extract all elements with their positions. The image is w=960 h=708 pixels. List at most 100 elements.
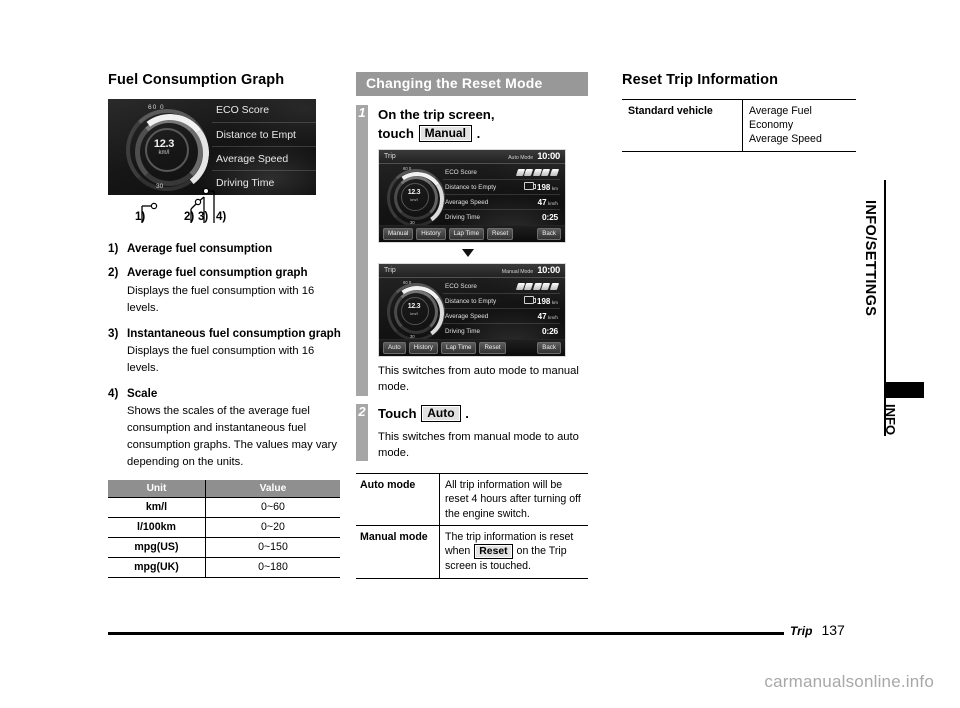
trip-gauge-unit: km/l <box>410 311 418 317</box>
callout-group: 1) 2) 3) 4) <box>108 187 316 229</box>
list-item: 3) Instantaneous fuel consumption graph … <box>108 326 344 377</box>
step-1-result-text: This switches from auto mode to manual m… <box>378 365 579 394</box>
middle-column: Changing the Reset Mode 1 On the trip sc… <box>356 72 588 579</box>
trip-fuel-gauge-graphic: 12.3 km/l 60 0 30 <box>385 280 449 345</box>
side-tab-label: INFO/SETTINGS <box>862 200 878 317</box>
trip-gauge-unit: km/l <box>410 197 418 203</box>
menu-row-eco-score: ECO Score <box>212 99 316 123</box>
step-bar <box>356 104 368 396</box>
trip-screen-title: Trip <box>384 267 396 275</box>
trip-button-lap-time[interactable]: Lap Time <box>448 227 485 241</box>
trip-scale-top-label: 60 0 <box>403 280 412 286</box>
menu-row-distance-to-empty: Distance to Empt <box>212 123 316 148</box>
trip-row-value: 47 <box>537 197 547 207</box>
table-row: mpg(US) 0~150 <box>108 536 340 558</box>
trip-fuel-gauge-graphic: 12.3 km/l 60 0 30 <box>385 166 449 231</box>
trip-row-value: 198 <box>537 297 551 307</box>
page-title-fuel-consumption-graph: Fuel Consumption Graph <box>108 72 285 88</box>
trip-screen-body: 12.3 km/l 60 0 30 ECO Score Distance to … <box>379 163 565 231</box>
watermark: carmanualsonline.info <box>764 672 934 691</box>
trip-row-unit: km <box>551 186 558 192</box>
trip-row-distance-to-empty: Distance to Empty 198 km <box>443 294 560 310</box>
callout-number-4: 4) <box>216 210 227 223</box>
list-item-marker: 2) <box>108 266 119 280</box>
trip-row-value: 0:25 <box>542 212 558 223</box>
trip-screen-manual-mode: Trip Manual Mode 10:00 12.3 km/l 60 0 30… <box>378 263 566 358</box>
trip-row-label: Driving Time <box>445 327 480 335</box>
trip-button-reset[interactable]: Reset <box>479 341 506 355</box>
auto-button-keycap[interactable]: Auto <box>421 404 461 422</box>
eco-score-flags-icon <box>515 168 560 176</box>
manual-button-keycap[interactable]: Manual <box>418 124 472 142</box>
trip-screen-auto-mode: Trip Auto Mode 10:00 12.3 km/l 60 0 30 E… <box>378 149 566 244</box>
value-line-1: Average Fuel Economy <box>749 104 812 131</box>
trip-screen-toolbar: Manual History Lap Time Reset Back <box>379 225 565 243</box>
trip-row-label: ECO Score <box>445 168 477 176</box>
trip-button-history[interactable]: History <box>408 341 438 355</box>
trip-info-rows: ECO Score Distance to Empty 198 km Avera… <box>443 279 560 338</box>
list-item: 1) Average fuel consumption <box>108 241 344 257</box>
cell-unit: l/100km <box>108 516 206 538</box>
reset-button-keycap[interactable]: Reset <box>474 544 513 560</box>
table-row: l/100km 0~20 <box>108 516 340 538</box>
step-1-title-prefix: touch <box>378 125 414 141</box>
list-item: 4) Scale Shows the scales of the average… <box>108 386 344 471</box>
callout-definition-list: 1) Average fuel consumption 2) Average f… <box>108 241 344 471</box>
callout-number-3: 3) <box>198 210 209 223</box>
trip-button-back[interactable]: Back <box>537 227 561 241</box>
cell-unit: km/l <box>108 496 206 518</box>
list-item-marker: 3) <box>108 326 119 340</box>
fuel-pump-icon <box>523 182 536 191</box>
trip-row-label: Driving Time <box>445 213 480 221</box>
reset-trip-information-table: Standard vehicle Average Fuel Economy Av… <box>622 98 856 152</box>
table-row: Standard vehicle Average Fuel Economy Av… <box>622 99 856 152</box>
cell-unit: mpg(UK) <box>108 556 206 578</box>
cell-auto-mode-value: All trip information will be reset 4 hou… <box>439 473 588 526</box>
callout-number-1: 1) <box>135 210 146 223</box>
page-title-reset-trip-information: Reset Trip Information <box>622 72 779 88</box>
step-1-title-line1: On the trip screen, <box>378 106 495 122</box>
trip-screen-clock: 10:00 <box>537 151 560 163</box>
section-header-changing-reset-mode: Changing the Reset Mode <box>356 72 588 96</box>
trip-row-driving-time: Driving Time 0:25 <box>443 210 560 224</box>
trip-button-history[interactable]: History <box>416 227 446 241</box>
list-item-body: Shows the scales of the average fuel con… <box>127 405 337 468</box>
trip-gauge-value: 12.3 <box>407 303 421 311</box>
list-item-body: Displays the fuel consumption with 16 le… <box>127 284 315 314</box>
side-tab-sub-label: INFO <box>883 404 898 436</box>
list-item-title: Scale <box>127 386 158 400</box>
footer-section-name: Trip <box>790 624 813 638</box>
trip-info-rows: ECO Score Distance to Empty 198 km Avera… <box>443 165 560 224</box>
trip-button-auto[interactable]: Auto <box>383 341 406 355</box>
trip-button-lap-time[interactable]: Lap Time <box>441 341 477 355</box>
cell-unit: mpg(US) <box>108 536 206 558</box>
trip-scale-top-label: 60 0 <box>403 166 412 172</box>
table-row: Auto mode All trip information will be r… <box>356 473 588 526</box>
step-2-title-prefix: Touch <box>378 405 417 421</box>
manual-page: Fuel Consumption Graph 12.3 km/l 60 0 30… <box>0 0 960 708</box>
step-2-result-text: This switches from manual mode to auto m… <box>378 430 579 459</box>
trip-screen-mode-label: Manual Mode <box>501 269 534 276</box>
cell-manual-mode-key: Manual mode <box>356 525 440 579</box>
step-1-title-suffix: . <box>476 125 481 141</box>
trip-row-label: Distance to Empty <box>445 183 497 191</box>
trip-screen-toolbar: Auto History Lap Time Reset Back <box>379 339 565 357</box>
side-tab-marker <box>884 382 924 398</box>
trip-button-manual[interactable]: Manual <box>383 227 414 241</box>
table-row: km/l 0~60 <box>108 496 340 518</box>
list-item-marker: 1) <box>108 241 119 255</box>
column-header-unit: Unit <box>108 479 206 498</box>
footer: Trip 137 <box>790 622 845 638</box>
trip-row-driving-time: Driving Time 0:26 <box>443 324 560 338</box>
trip-screen-titlebar: Trip Manual Mode 10:00 <box>379 264 565 279</box>
trip-button-back[interactable]: Back <box>537 341 561 355</box>
trip-row-average-speed: Average Speed 47 km/h <box>443 309 560 325</box>
right-column: Reset Trip Information Standard vehicle … <box>622 72 856 152</box>
trip-row-unit: km/h <box>548 314 558 320</box>
trip-button-reset[interactable]: Reset <box>487 227 514 241</box>
step-2-title: Touch Auto . <box>378 404 588 423</box>
table-row: mpg(UK) 0~180 <box>108 556 340 578</box>
trip-row-eco-score: ECO Score <box>443 279 560 295</box>
step-number: 1 <box>358 104 366 120</box>
cell-standard-vehicle-key: Standard vehicle <box>628 104 713 117</box>
